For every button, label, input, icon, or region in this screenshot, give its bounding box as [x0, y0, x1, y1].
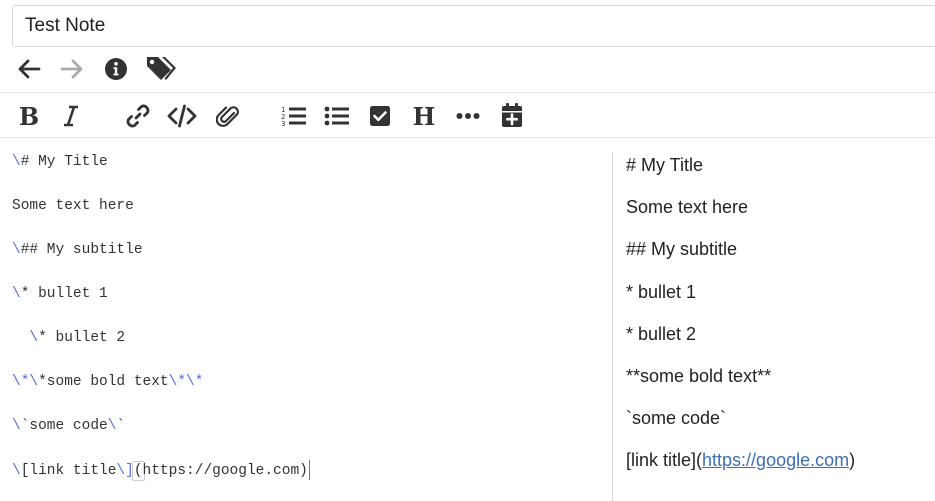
editor-line: \`some code\` — [12, 416, 125, 436]
escape-char: \*\ — [168, 374, 195, 390]
line-text: *some bold text — [38, 374, 169, 390]
escape-char: \*\ — [12, 374, 39, 390]
bullet-list-button[interactable] — [322, 102, 352, 130]
tags-button[interactable] — [144, 54, 178, 82]
insert-date-button[interactable] — [498, 100, 526, 130]
editor-line: \[link title\](https://google.com) — [12, 460, 310, 481]
code-button[interactable] — [166, 102, 198, 130]
preview-line: * bullet 2 — [626, 324, 697, 344]
note-title-field[interactable] — [12, 5, 935, 47]
calendar-plus-icon — [502, 103, 522, 127]
forward-button[interactable] — [58, 56, 86, 82]
preview-line: `some code` — [626, 408, 727, 428]
arrow-left-icon — [18, 59, 41, 79]
more-button[interactable] — [454, 102, 482, 130]
line-rest: https://google.com) — [142, 462, 308, 479]
back-button[interactable] — [15, 56, 43, 82]
pane-divider[interactable] — [612, 152, 613, 501]
text-cursor — [308, 460, 310, 480]
line-text: [link title — [20, 462, 117, 479]
preview-line: Some text here — [626, 197, 749, 217]
line-text: ## My subtitle — [20, 242, 143, 258]
preview-line: * bullet 1 — [626, 282, 697, 302]
arrow-right-icon — [60, 59, 83, 79]
line-text: # My Title — [20, 154, 108, 170]
info-icon — [105, 58, 127, 80]
heading-icon: H — [412, 101, 436, 131]
ordered-list-button[interactable]: 1 2 3 — [280, 102, 308, 130]
editor-line: \* bullet 2 — [12, 328, 125, 348]
escape-char: \ — [12, 286, 21, 302]
line-tail: ` — [116, 418, 126, 434]
preview-line: **some bold text** — [626, 366, 772, 386]
bold-button[interactable]: B — [16, 101, 42, 131]
checkbox-icon — [370, 106, 390, 126]
markdown-editor[interactable]: \# My Title Some text here \## My subtit… — [0, 148, 605, 501]
escape-char: \ — [12, 462, 21, 479]
escape-char: \ — [29, 330, 39, 346]
escape-char: \ — [12, 242, 21, 258]
italic-button[interactable] — [58, 102, 84, 130]
paperclip-icon — [216, 106, 239, 127]
ordered-list-icon: 1 2 3 — [281, 106, 306, 128]
nav-bar — [0, 50, 935, 88]
preview-line: # My Title — [626, 155, 704, 175]
link-prefix: [link title]( — [626, 450, 703, 470]
ellipsis-icon — [456, 113, 480, 119]
google-link[interactable]: https://google.com — [702, 450, 849, 470]
link-suffix: ) — [849, 450, 856, 470]
preview-line: ## My subtitle — [626, 239, 738, 259]
editor-line: \* bullet 1 — [12, 284, 108, 304]
link-icon — [126, 104, 150, 128]
link-button[interactable] — [124, 102, 152, 130]
markdown-preview: # My Title Some text here ## My subtitle… — [626, 148, 935, 501]
checkbox-button[interactable] — [366, 102, 394, 130]
editor-line: Some text here — [12, 196, 134, 216]
line-text: Some text here — [12, 198, 134, 214]
formatting-toolbar: B 1 2 3 H — [0, 94, 935, 136]
heading-button[interactable]: H — [410, 101, 438, 131]
separator — [0, 92, 935, 93]
bold-icon: B — [18, 101, 40, 131]
escape-char: \ — [12, 418, 21, 434]
tags-icon — [147, 57, 176, 80]
line-text: * bullet 2 — [38, 330, 126, 346]
svg-text:3: 3 — [281, 120, 285, 128]
note-title-input[interactable] — [13, 6, 935, 46]
editor-line: \# My Title — [12, 152, 108, 172]
line-text: * bullet 1 — [20, 286, 108, 302]
editor-line: \## My subtitle — [12, 240, 143, 260]
attach-button[interactable] — [214, 102, 242, 130]
separator — [0, 137, 935, 138]
bullet-list-icon — [324, 106, 349, 126]
line-text: `some code — [20, 418, 108, 434]
escape-char: \ — [12, 154, 21, 170]
preview-link-line: [link title](https://google.com) — [626, 449, 855, 471]
editor-line: \*\*some bold text\*\* — [12, 372, 203, 392]
info-button[interactable] — [102, 56, 130, 82]
code-icon — [167, 104, 197, 128]
escape-char: \ — [116, 462, 126, 479]
italic-icon — [64, 105, 78, 127]
line-tail: * — [194, 374, 204, 390]
